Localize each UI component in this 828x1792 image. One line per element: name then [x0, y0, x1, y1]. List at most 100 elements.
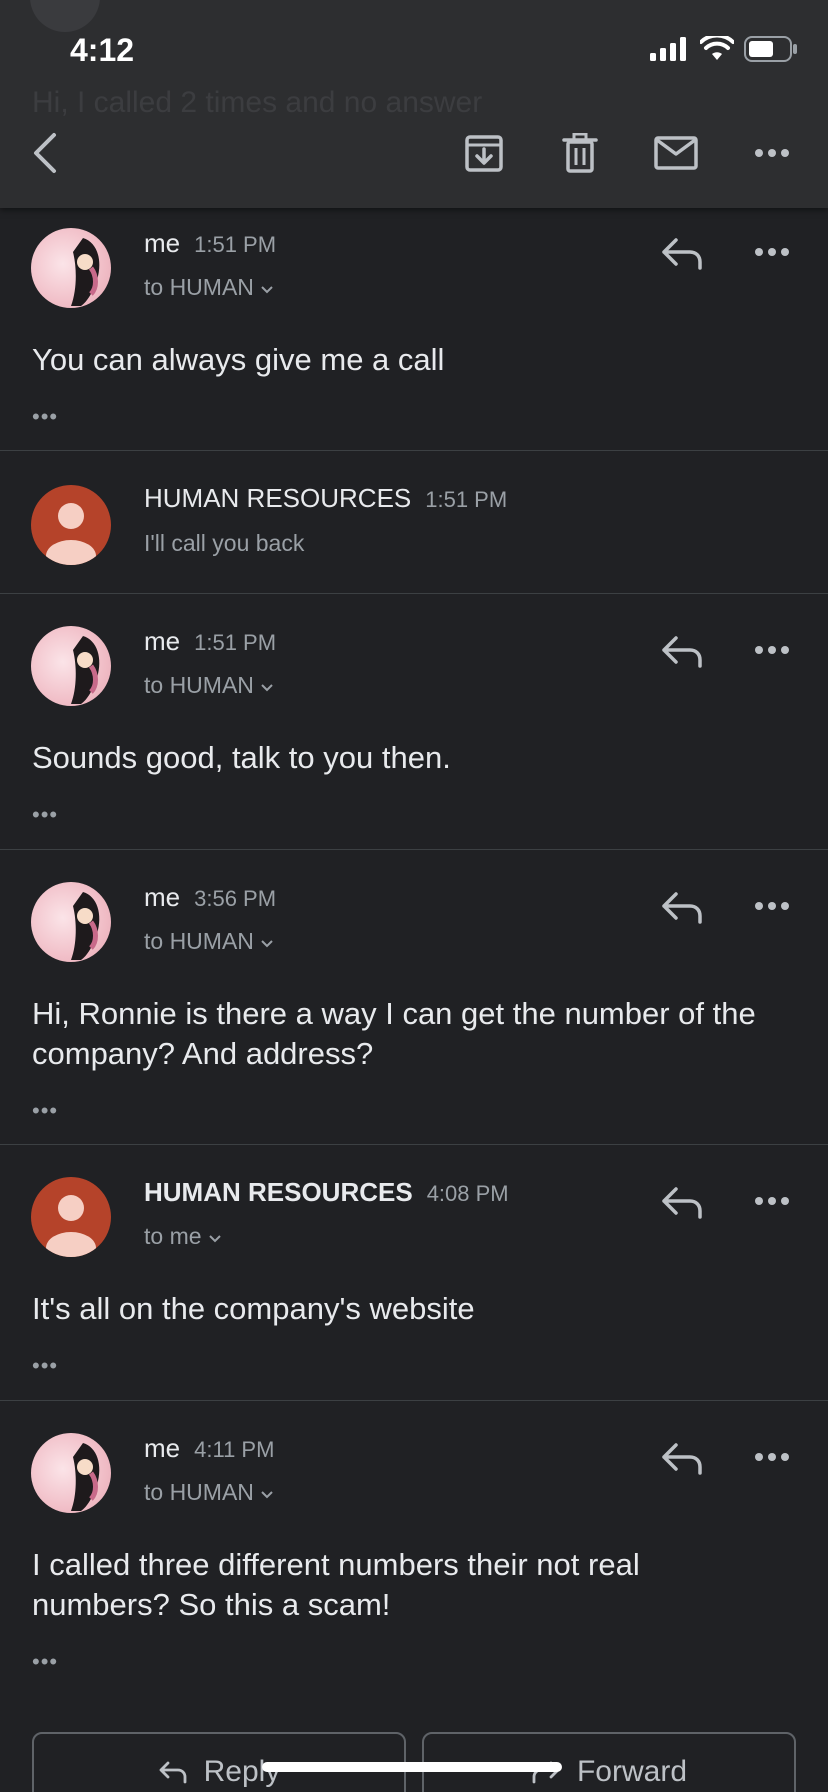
reply-button[interactable]: [660, 890, 708, 930]
show-trimmed-content-button[interactable]: •••: [32, 802, 58, 828]
reply-icon: [159, 1761, 187, 1784]
more-horizontal-icon: [755, 646, 789, 654]
more-horizontal-icon: [755, 149, 789, 157]
recipient-label: to HUMAN: [144, 274, 254, 300]
faded-subject: Hi, I called 2 times and no answer: [32, 86, 483, 119]
battery-icon: [744, 36, 797, 62]
message-time: 1:51 PM: [194, 630, 277, 655]
avatar[interactable]: [31, 1433, 111, 1513]
person-icon: [46, 1195, 96, 1257]
trash-icon: [562, 133, 598, 173]
top-app-bar: Hi, I called 2 times and no answer 4:12: [0, 0, 828, 208]
mark-unread-button[interactable]: [651, 128, 701, 178]
avatar[interactable]: [31, 626, 111, 706]
chevron-down-icon: [261, 940, 274, 948]
toolbar: [0, 120, 828, 184]
message-more-button[interactable]: [748, 1437, 796, 1477]
chevron-down-icon: [261, 1491, 274, 1499]
avatar[interactable]: [31, 228, 111, 308]
archive-icon: [465, 135, 503, 172]
chevron-down-icon: [209, 1235, 221, 1243]
show-trimmed-content-button[interactable]: •••: [32, 1649, 58, 1675]
sender-line: me 3:56 PM: [144, 882, 276, 913]
sender-name: HUMAN RESOURCES: [144, 483, 412, 513]
message-time: 4:08 PM: [426, 1181, 509, 1206]
message-more-button[interactable]: [748, 232, 796, 272]
person-icon: [46, 503, 96, 565]
show-trimmed-content-button[interactable]: •••: [32, 1098, 58, 1124]
avatar-image: [71, 238, 100, 306]
reply-icon: [662, 1443, 702, 1475]
show-trimmed-content-button[interactable]: •••: [32, 1353, 58, 1379]
message-body: I called three different numbers their n…: [32, 1547, 640, 1622]
message-time: 3:56 PM: [194, 886, 277, 911]
reply-label: Reply: [203, 1755, 281, 1788]
message-time: 1:51 PM: [425, 487, 508, 512]
sender-line: HUMAN RESOURCES 1:51 PM: [144, 483, 507, 514]
sender-name: HUMAN RESOURCES: [144, 1177, 413, 1207]
status-bar: 4:12: [0, 30, 828, 70]
message-item-collapsed[interactable]: HUMAN RESOURCES 1:51 PM I'll call you bac…: [0, 451, 828, 594]
message-body: Sounds good, talk to you then.: [32, 740, 451, 775]
avatar[interactable]: [31, 1177, 111, 1257]
message-body: Hi, Ronnie is there a way I can get the …: [32, 996, 756, 1071]
message-item[interactable]: me 3:56 PM to HUMAN Hi, Ronnie is there a…: [0, 850, 828, 1145]
recipient-label: to HUMAN: [144, 928, 254, 954]
message-time: 1:51 PM: [194, 232, 277, 257]
message-time: 4:11 PM: [194, 1437, 275, 1462]
recipient-label: to me: [144, 1223, 202, 1249]
home-indicator[interactable]: [262, 1762, 562, 1772]
wifi-icon: [700, 36, 734, 60]
message-thread: me 1:51 PM to HUMAN You can always give m…: [0, 208, 828, 1701]
avatar[interactable]: [31, 882, 111, 962]
recipient-toggle[interactable]: to HUMAN: [144, 672, 274, 699]
recipient-toggle[interactable]: to HUMAN: [144, 928, 274, 955]
faded-avatar: [30, 0, 100, 32]
sender-line: HUMAN RESOURCES 4:08 PM: [144, 1177, 509, 1208]
more-horizontal-icon: [755, 1197, 789, 1205]
reply-button[interactable]: [660, 634, 708, 674]
cellular-signal-icon: [650, 37, 686, 61]
avatar-image: [71, 892, 100, 960]
archive-button[interactable]: [459, 128, 509, 178]
status-icons: [650, 36, 798, 62]
back-button[interactable]: [20, 128, 70, 178]
message-item[interactable]: me 4:11 PM to HUMAN I called three differ…: [0, 1401, 828, 1701]
message-body: You can always give me a call: [32, 342, 445, 377]
sender-name: me: [144, 626, 181, 656]
recipient-label: to HUMAN: [144, 672, 254, 698]
reply-button[interactable]: [660, 236, 708, 276]
message-more-button[interactable]: [748, 1181, 796, 1221]
message-item[interactable]: me 1:51 PM to HUMAN Sounds good, talk to …: [0, 594, 828, 850]
avatar[interactable]: [31, 485, 111, 565]
sender-name: me: [144, 228, 181, 258]
recipient-toggle[interactable]: to HUMAN: [144, 1479, 274, 1506]
recipient-toggle[interactable]: to HUMAN: [144, 274, 274, 301]
recipient-label: to HUMAN: [144, 1479, 254, 1505]
reply-icon: [662, 892, 702, 924]
message-body: It's all on the company's website: [32, 1291, 475, 1326]
sender-line: me 1:51 PM: [144, 626, 276, 657]
more-horizontal-icon: [755, 248, 789, 256]
message-item[interactable]: HUMAN RESOURCES 4:08 PM to me It's all on…: [0, 1145, 828, 1401]
reply-icon: [662, 238, 702, 270]
message-more-button[interactable]: [748, 886, 796, 926]
reply-button[interactable]: [660, 1441, 708, 1481]
show-trimmed-content-button[interactable]: •••: [32, 404, 58, 430]
more-horizontal-icon: [755, 902, 789, 910]
sender-name: me: [144, 1433, 181, 1463]
reply-button[interactable]: [660, 1185, 708, 1225]
mail-icon: [654, 136, 698, 170]
delete-button[interactable]: [555, 128, 605, 178]
more-options-button[interactable]: [747, 128, 797, 178]
forward-label: Forward: [576, 1755, 688, 1788]
reply-icon: [662, 1187, 702, 1219]
more-horizontal-icon: [755, 1453, 789, 1461]
sender-line: me 4:11 PM: [144, 1433, 274, 1464]
message-snippet: I'll call you back: [144, 530, 305, 556]
chevron-down-icon: [261, 286, 274, 294]
recipient-toggle[interactable]: to me: [144, 1223, 222, 1250]
message-item[interactable]: me 1:51 PM to HUMAN You can always give m…: [0, 208, 828, 451]
message-more-button[interactable]: [748, 630, 796, 670]
reply-icon: [662, 636, 702, 668]
